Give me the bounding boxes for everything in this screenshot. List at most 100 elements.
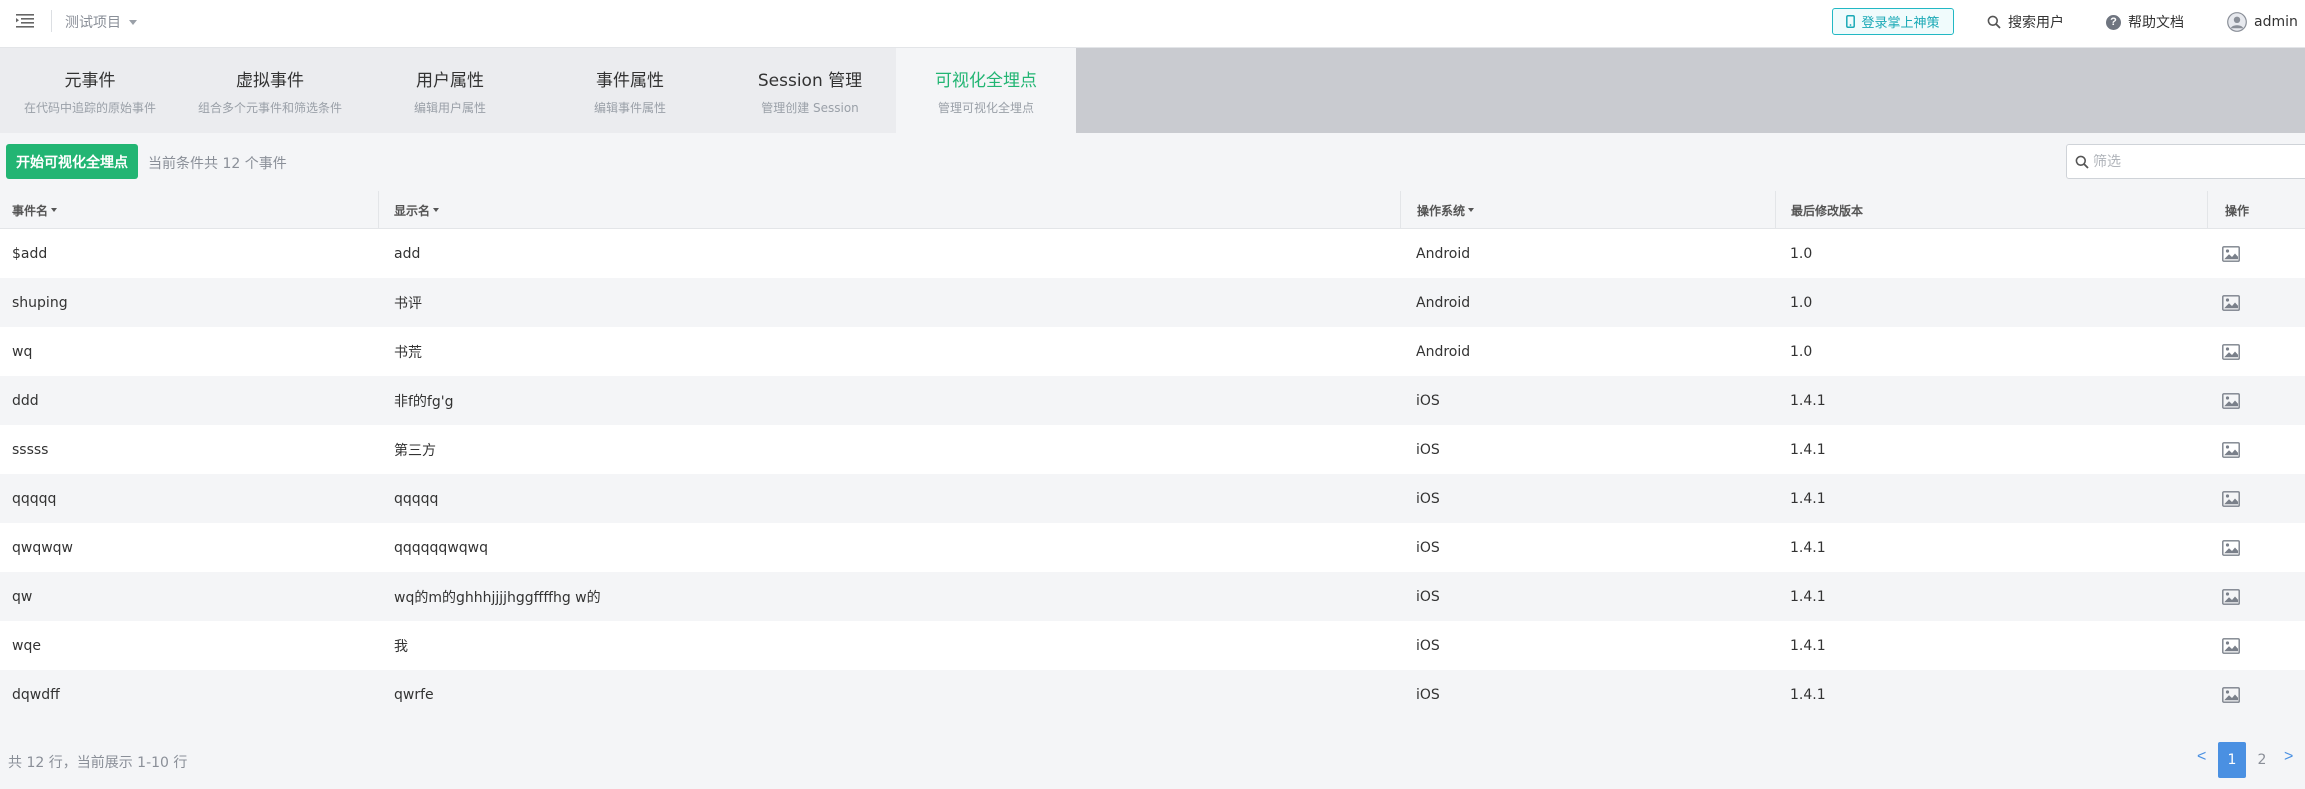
cell-event-name: $add xyxy=(12,245,48,262)
prev-page-button[interactable]: < xyxy=(2197,748,2206,766)
image-icon[interactable] xyxy=(2222,490,2240,507)
cell-event-name: qqqqq xyxy=(12,490,57,507)
column-os[interactable]: 操作系统 xyxy=(1400,191,1775,229)
cell-actions xyxy=(2222,376,2240,425)
image-icon[interactable] xyxy=(2222,686,2240,703)
cell-actions xyxy=(2222,229,2240,278)
cell-version: 1.0 xyxy=(1790,343,1813,360)
image-icon[interactable] xyxy=(2222,441,2240,458)
image-icon[interactable] xyxy=(2222,588,2240,605)
search-users-label: 搜索用户 xyxy=(2008,15,2064,31)
table-row: sssss 第三方 iOS 1.4.1 xyxy=(0,425,2305,474)
cell-actions xyxy=(2222,425,2240,474)
cell-os: iOS xyxy=(1416,392,1440,409)
image-icon[interactable] xyxy=(2222,392,2240,409)
cell-display-name: 书评 xyxy=(394,295,422,312)
table-header: 事件名 显示名 操作系统 最后修改版本 操作 xyxy=(0,191,2305,229)
tab-meta-events[interactable]: 元事件 在代码中追踪的原始事件 xyxy=(0,48,180,133)
image-icon[interactable] xyxy=(2222,343,2240,360)
cell-os: Android xyxy=(1416,343,1471,360)
menu-icon[interactable] xyxy=(16,13,34,29)
top-bar: 测试项目 登录掌上神策 搜索用户 ? 帮助文档 admin xyxy=(0,0,2305,48)
cell-os: iOS xyxy=(1416,539,1440,556)
tab-title: 虚拟事件 xyxy=(236,71,304,91)
tab-title: 事件属性 xyxy=(596,71,664,91)
cell-version: 1.0 xyxy=(1790,245,1813,262)
project-name: 测试项目 xyxy=(65,15,121,31)
cell-actions xyxy=(2222,474,2240,523)
divider xyxy=(51,10,52,32)
cell-display-name: qqqqqqwqwq xyxy=(394,539,488,556)
cell-os: iOS xyxy=(1416,637,1440,654)
cell-version: 1.4.1 xyxy=(1790,441,1826,458)
cell-display-name: 我 xyxy=(394,638,408,655)
cell-actions xyxy=(2222,572,2240,621)
cell-event-name: wq xyxy=(12,343,33,360)
cell-os: Android xyxy=(1416,245,1471,262)
cell-display-name: qwrfe xyxy=(394,686,434,703)
tab-virtual-events[interactable]: 虚拟事件 组合多个元事件和筛选条件 xyxy=(180,48,360,133)
user-avatar-icon xyxy=(2227,12,2247,32)
help-docs-link[interactable]: ? 帮助文档 xyxy=(2106,11,2184,33)
tab-title: 元事件 xyxy=(64,71,116,91)
image-icon[interactable] xyxy=(2222,245,2240,262)
column-event-name[interactable]: 事件名 xyxy=(0,191,378,229)
cell-event-name: sssss xyxy=(12,441,49,458)
filter-input[interactable] xyxy=(2093,153,2293,170)
tab-user-properties[interactable]: 用户属性 编辑用户属性 xyxy=(360,48,540,133)
search-users-link[interactable]: 搜索用户 xyxy=(1987,11,2064,33)
table-row: $add add Android 1.0 xyxy=(0,229,2305,278)
sort-icon xyxy=(1468,208,1475,212)
column-label: 显示名 xyxy=(394,203,431,218)
cell-event-name: wqe xyxy=(12,637,41,654)
page-2-button[interactable]: 2 xyxy=(2248,742,2276,778)
cell-version: 1.4.1 xyxy=(1790,588,1826,605)
tab-subtitle: 在代码中追踪的原始事件 xyxy=(23,101,156,115)
tab-event-properties[interactable]: 事件属性 编辑事件属性 xyxy=(540,48,720,133)
table-row: qqqqq qqqqq iOS 1.4.1 xyxy=(0,474,2305,523)
tab-subtitle: 编辑事件属性 xyxy=(593,101,666,115)
cell-version: 1.4.1 xyxy=(1790,637,1826,654)
image-icon[interactable] xyxy=(2222,294,2240,311)
cell-version: 1.4.1 xyxy=(1790,539,1826,556)
cell-event-name: dqwdff xyxy=(12,686,60,703)
chevron-down-icon xyxy=(129,19,137,25)
next-page-button[interactable]: > xyxy=(2284,748,2293,766)
page-1-button[interactable]: 1 xyxy=(2218,742,2246,778)
cell-actions xyxy=(2222,621,2240,670)
cell-version: 1.4.1 xyxy=(1790,392,1826,409)
filter-field[interactable] xyxy=(2066,144,2305,179)
cell-event-name: qwqwqw xyxy=(12,539,74,556)
table-row: shuping 书评 Android 1.0 xyxy=(0,278,2305,327)
tab-subtitle: 管理创建 Session xyxy=(761,101,859,115)
user-menu[interactable]: admin xyxy=(2227,11,2298,33)
column-label: 操作 xyxy=(2225,203,2250,218)
tab-subtitle: 管理可视化全埋点 xyxy=(937,101,1034,115)
tab-title: 用户属性 xyxy=(416,71,484,91)
column-display-name[interactable]: 显示名 xyxy=(378,191,1400,229)
help-docs-label: 帮助文档 xyxy=(2128,15,2184,31)
help-icon: ? xyxy=(2106,14,2121,30)
start-visual-tracking-button[interactable]: 开始可视化全埋点 xyxy=(6,144,138,179)
cell-display-name: 非f的fg'g xyxy=(394,393,454,410)
cell-actions xyxy=(2222,670,2240,719)
table-row: wq 书荒 Android 1.0 xyxy=(0,327,2305,376)
events-table: 事件名 显示名 操作系统 最后修改版本 操作 $add add Android 1.0… xyxy=(0,191,2305,719)
tab-visual-tracking[interactable]: 可视化全埋点 管理可视化全埋点 xyxy=(896,48,1076,133)
cell-display-name: wq的m的ghhhjjjjhggffffhg w的 xyxy=(394,589,601,606)
cell-display-name: 书荒 xyxy=(394,344,422,361)
tab-title: 可视化全埋点 xyxy=(935,71,1037,91)
table-body: $add add Android 1.0 shuping 书评 Android 1.0 wq 书荒… xyxy=(0,229,2305,719)
mobile-login-button[interactable]: 登录掌上神策 xyxy=(1832,8,1954,35)
column-label: 事件名 xyxy=(12,203,49,218)
image-icon[interactable] xyxy=(2222,637,2240,654)
tab-title: Session 管理 xyxy=(757,71,863,91)
cell-actions xyxy=(2222,523,2240,572)
image-icon[interactable] xyxy=(2222,539,2240,556)
cell-display-name: add xyxy=(394,245,421,262)
table-row: qw wq的m的ghhhjjjjhggffffhg w的 iOS 1.4.1 xyxy=(0,572,2305,621)
cell-os: iOS xyxy=(1416,441,1440,458)
column-last-modified-version: 最后修改版本 xyxy=(1775,191,2207,229)
tab-session-management[interactable]: Session 管理 管理创建 Session xyxy=(720,48,900,133)
project-select[interactable]: 测试项目 xyxy=(65,12,137,32)
